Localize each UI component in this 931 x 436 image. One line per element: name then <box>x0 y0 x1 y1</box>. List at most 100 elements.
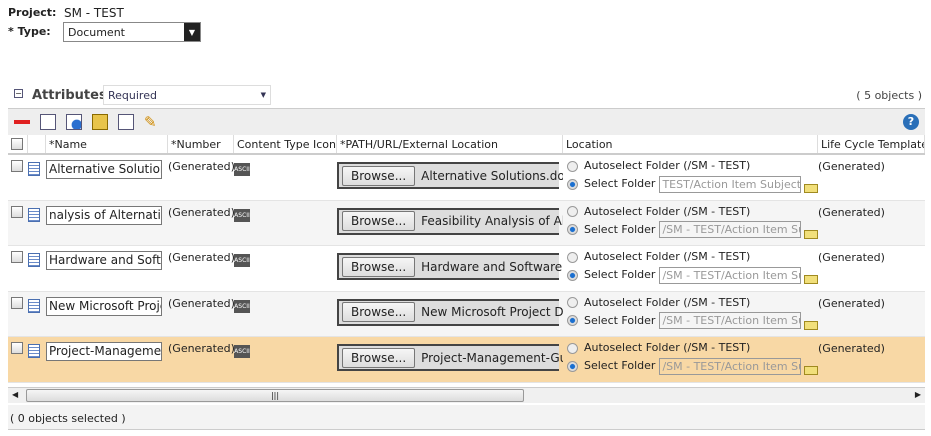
scroll-right-icon[interactable]: ▶ <box>915 390 921 399</box>
name-input[interactable]: Alternative Solutions <box>46 160 162 179</box>
life-cycle-value: (Generated) <box>818 160 885 173</box>
file-upload-field[interactable]: Browse... Feasibility Analysis of Altern <box>337 207 563 235</box>
select-folder-label: Select Folder <box>584 222 656 236</box>
filter-value: Required <box>108 88 157 102</box>
file-name: Feasibility Analysis of Altern <box>421 214 563 229</box>
folder-browse-icon[interactable] <box>804 275 818 285</box>
table-row[interactable]: Alternative Solutions (Generated) ASCII … <box>8 155 925 201</box>
autoselect-folder-option[interactable]: Autoselect Folder (/SM - TEST) <box>567 203 818 221</box>
file-upload-field[interactable]: Browse... Project-Management-Guid <box>337 344 563 372</box>
name-input[interactable]: Project-Management <box>46 342 162 362</box>
autoselect-label: Autoselect Folder (/SM - TEST) <box>584 159 751 172</box>
attributes-filter-select[interactable]: Required ▼ <box>103 85 271 105</box>
table-row[interactable]: nalysis of Alternatives (Generated) ASCI… <box>8 200 925 247</box>
table-row[interactable]: New Microsoft Projec (Generated) ASCII B… <box>8 291 925 338</box>
attach-external-icon[interactable] <box>92 114 108 130</box>
folder-browse-icon[interactable] <box>804 320 818 330</box>
folder-browse-icon[interactable] <box>804 229 818 239</box>
select-folder-option[interactable]: Select Folder/SM - TEST/Action Item Su <box>567 312 818 330</box>
select-folder-label: Select Folder <box>584 177 656 190</box>
browse-button[interactable]: Browse... <box>342 211 416 232</box>
autoselect-folder-option[interactable]: Autoselect Folder (/SM - TEST) <box>567 157 818 175</box>
select-folder-option[interactable]: Select Folder/SM - TEST/Action Item Su <box>567 357 818 376</box>
name-input[interactable]: Hardware and Softwa <box>46 251 162 271</box>
autoselect-radio[interactable] <box>567 206 578 218</box>
autoselect-radio[interactable] <box>567 297 578 309</box>
name-input[interactable]: nalysis of Alternatives <box>46 205 162 225</box>
table-row[interactable]: Project-Management (Generated) ASCII Bro… <box>8 337 925 383</box>
type-value: Document <box>68 25 125 39</box>
attach-blank-icon[interactable] <box>118 114 134 130</box>
autoselect-label: Autoselect Folder (/SM - TEST) <box>584 250 751 264</box>
chevron-down-icon: ▼ <box>260 91 266 99</box>
life-cycle-value: (Generated) <box>818 296 885 310</box>
folder-input[interactable]: /SM - TEST/Action Item Su <box>659 312 802 330</box>
header-content-type-icon[interactable]: Content Type Icon <box>234 135 337 153</box>
edit-pencil-icon[interactable]: ✎ <box>144 114 160 130</box>
row-checkbox[interactable] <box>11 296 23 309</box>
scroll-left-icon[interactable]: ◀ <box>12 390 18 399</box>
row-checkbox[interactable] <box>11 251 23 264</box>
row-checkbox[interactable] <box>11 205 23 218</box>
select-folder-option[interactable]: Select Folder/SM - TEST/Action Item Su <box>567 221 818 239</box>
help-icon[interactable]: ? <box>903 114 919 130</box>
file-name: Project-Management-Guid <box>421 350 563 365</box>
autoselect-label: Autoselect Folder (/SM - TEST) <box>584 295 751 309</box>
type-select[interactable]: Document ▼ <box>63 22 201 42</box>
folder-input[interactable]: /SM - TEST/Action Item Su <box>659 357 802 375</box>
autoselect-folder-option[interactable]: Autoselect Folder (/SM - TEST) <box>567 248 818 266</box>
autoselect-radio[interactable] <box>567 160 578 172</box>
file-name: Hardware and Software Req <box>421 259 563 274</box>
folder-input[interactable]: /SM - TEST/Action Item Su <box>659 221 802 239</box>
file-upload-field[interactable]: Browse... Hardware and Software Req <box>337 253 563 281</box>
header-life-cycle-template[interactable]: Life Cycle Template <box>818 135 925 153</box>
file-name: Alternative Solutions.docx <box>421 168 563 183</box>
select-folder-radio[interactable] <box>567 360 578 372</box>
file-upload-field[interactable]: Browse... Alternative Solutions.docx <box>337 162 563 189</box>
select-folder-radio[interactable] <box>567 178 578 190</box>
header-number[interactable]: *Number <box>168 135 234 153</box>
autoselect-radio[interactable] <box>567 342 578 354</box>
autoselect-radio[interactable] <box>567 251 578 263</box>
browse-button[interactable]: Browse... <box>342 347 416 368</box>
name-input[interactable]: New Microsoft Projec <box>46 296 162 316</box>
browse-button[interactable]: Browse... <box>342 165 416 186</box>
life-cycle-value: (Generated) <box>818 205 885 219</box>
browse-button[interactable]: Browse... <box>342 256 416 277</box>
header-name[interactable]: *Name <box>46 135 168 153</box>
row-checkbox[interactable] <box>11 342 23 355</box>
header-path[interactable]: *PATH/URL/External Location <box>337 135 563 153</box>
folder-browse-icon[interactable] <box>804 366 818 376</box>
select-folder-option[interactable]: Select Folder TEST/Action Item Subjects <box>567 175 818 193</box>
remove-icon[interactable] <box>14 120 30 124</box>
header-location[interactable]: Location <box>563 135 818 153</box>
attributes-title: Attributes <box>32 88 107 103</box>
file-upload-field[interactable]: Browse... New Microsoft Project Doc <box>337 298 563 326</box>
select-folder-radio[interactable] <box>567 269 578 281</box>
attach-url-icon[interactable] <box>66 114 82 130</box>
object-count: ( 5 objects ) <box>856 89 922 102</box>
select-folder-radio[interactable] <box>567 315 578 327</box>
row-checkbox[interactable] <box>11 160 23 172</box>
document-icon <box>28 207 40 222</box>
table-row[interactable]: Hardware and Softwa (Generated) ASCII Br… <box>8 246 925 292</box>
autoselect-folder-option[interactable]: Autoselect Folder (/SM - TEST) <box>567 339 818 357</box>
selection-status: ( 0 objects selected ) <box>8 405 925 430</box>
browse-button[interactable]: Browse... <box>342 302 416 323</box>
grid-header: *Name *Number Content Type Icon *PATH/UR… <box>8 135 925 155</box>
scrollbar-thumb[interactable]: ||| <box>26 389 524 402</box>
folder-input[interactable]: TEST/Action Item Subjects <box>659 175 802 193</box>
attach-document-icon[interactable] <box>40 114 56 130</box>
horizontal-scrollbar[interactable]: ◀ ||| ▶ <box>8 387 925 403</box>
select-folder-radio[interactable] <box>567 224 578 236</box>
file-name: New Microsoft Project Doc <box>421 305 563 320</box>
chevron-down-icon: ▼ <box>184 23 200 41</box>
project-label: Project: <box>8 6 57 19</box>
folder-input[interactable]: /SM - TEST/Action Item Su <box>659 266 802 284</box>
collapse-icon[interactable]: − <box>14 89 23 98</box>
autoselect-folder-option[interactable]: Autoselect Folder (/SM - TEST) <box>567 294 818 312</box>
header-icon-col <box>28 135 46 153</box>
select-folder-option[interactable]: Select Folder/SM - TEST/Action Item Su <box>567 266 818 285</box>
folder-browse-icon[interactable] <box>804 184 818 193</box>
select-all-checkbox[interactable] <box>8 135 28 153</box>
